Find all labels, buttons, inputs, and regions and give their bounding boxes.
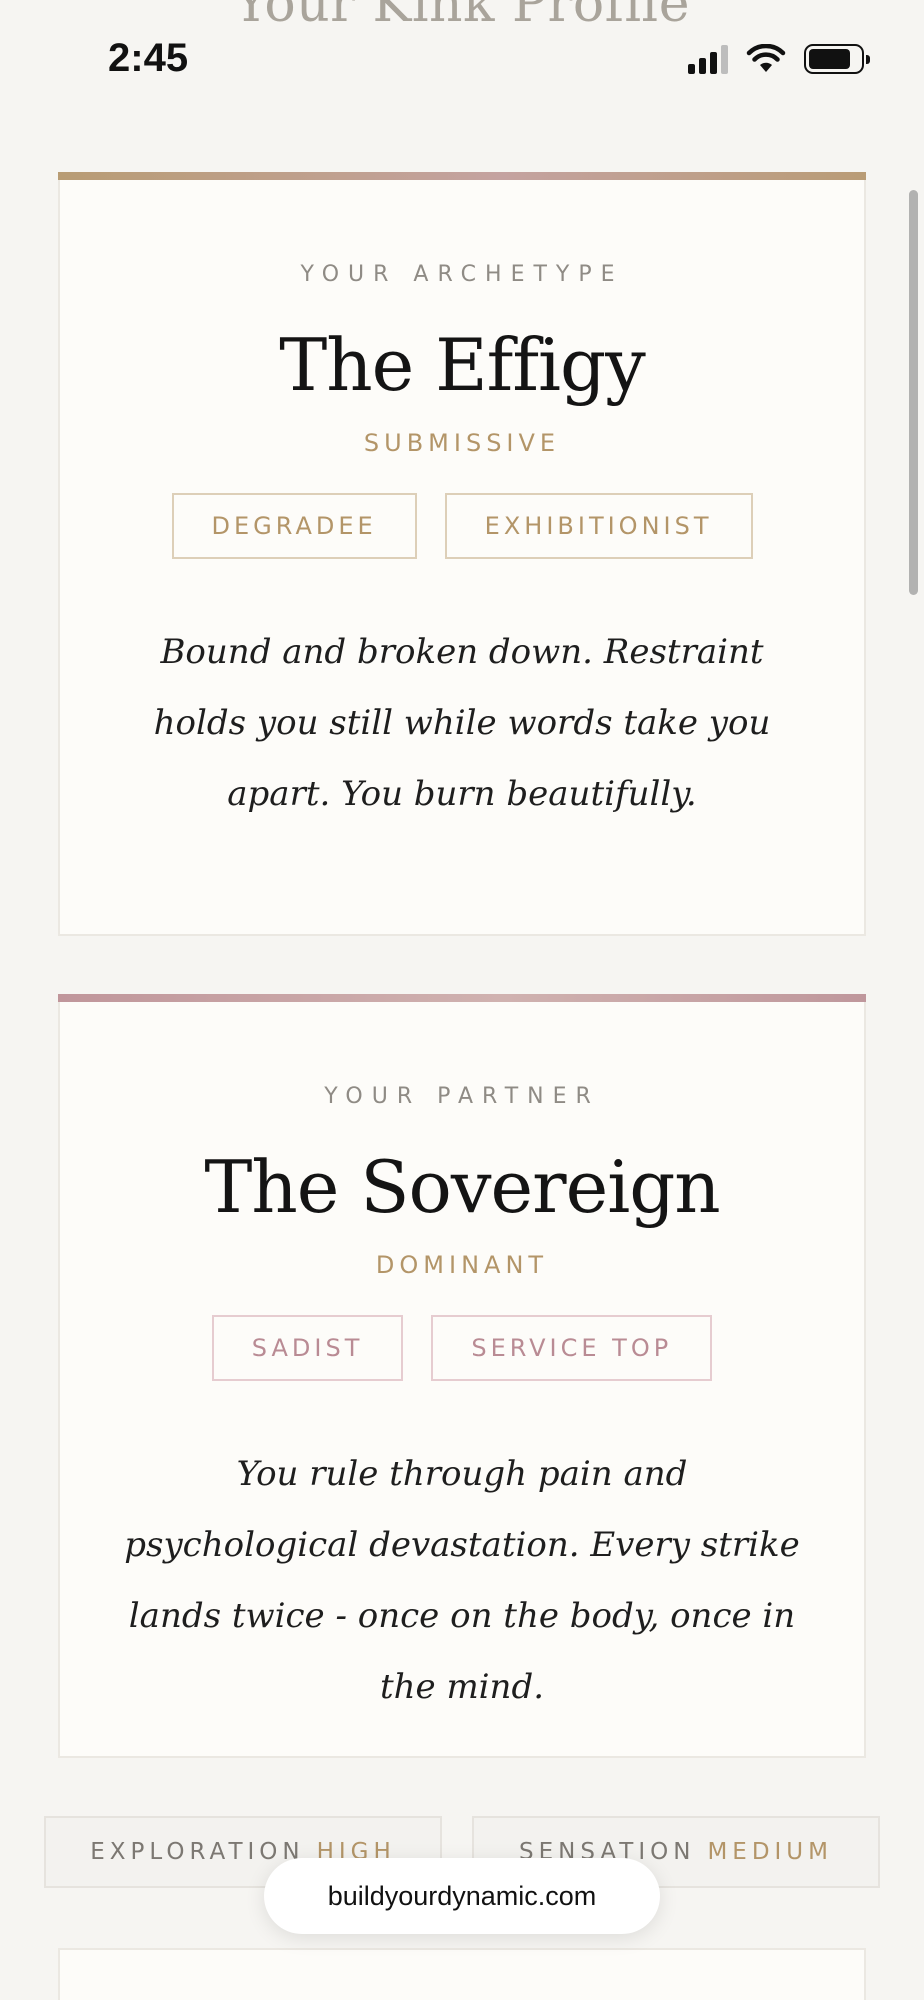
partner-tags: SADIST SERVICE TOP (60, 1315, 864, 1381)
scrollbar[interactable] (909, 190, 918, 595)
archetype-description: Bound and broken down. Restraint holds y… (153, 632, 771, 814)
cellular-signal-icon (688, 44, 728, 74)
archetype-card: YOUR ARCHETYPE The Effigy SUBMISSIVE DEG… (58, 172, 866, 936)
status-time: 2:45 (108, 36, 189, 80)
next-card (58, 1948, 866, 2000)
partner-description: You rule through pain and psychological … (124, 1454, 800, 1707)
partner-card: YOUR PARTNER The Sovereign DOMINANT SADI… (58, 994, 866, 1758)
battery-level (809, 49, 850, 69)
wifi-icon (746, 44, 786, 72)
partner-name: The Sovereign (204, 1145, 720, 1229)
status-bar: 2:45 (0, 0, 924, 110)
archetype-tags: DEGRADEE EXHIBITIONIST (60, 493, 864, 559)
card-accent-bar (58, 994, 866, 1002)
partner-role: DOMINANT (375, 1251, 549, 1279)
card-accent-bar (58, 172, 866, 180)
browser-url-bar[interactable]: buildyourdynamic.com (264, 1858, 660, 1934)
partner-eyebrow: YOUR PARTNER (324, 1084, 600, 1109)
partner-tag: SADIST (211, 1315, 404, 1381)
stat-label: EXPLORATION (90, 1839, 305, 1865)
archetype-tag: EXHIBITIONIST (444, 493, 753, 559)
archetype-role: SUBMISSIVE (363, 429, 561, 457)
page: Your Kink Profile 2:45 YOUR ARCHETYPE Th… (0, 0, 924, 2000)
status-icons (688, 44, 870, 74)
stat-value: MEDIUM (707, 1839, 833, 1865)
archetype-name: The Effigy (279, 323, 646, 407)
archetype-eyebrow: YOUR ARCHETYPE (300, 262, 624, 287)
archetype-tag: DEGRADEE (171, 493, 417, 559)
battery-icon (804, 44, 870, 74)
partner-tag: SERVICE TOP (431, 1315, 713, 1381)
